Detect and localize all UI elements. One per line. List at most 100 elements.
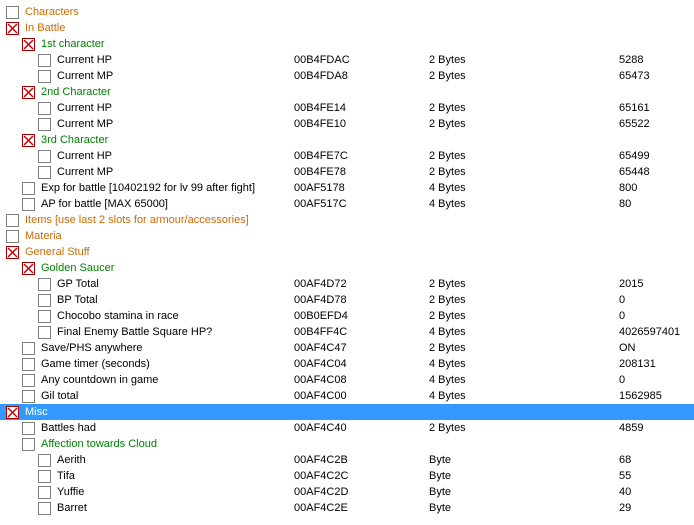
checkbox[interactable] <box>22 374 35 387</box>
row-address: 00AF4C00 <box>294 388 347 404</box>
checkbox[interactable] <box>22 422 35 435</box>
tree-row[interactable]: AP for battle [MAX 65000] 00AF517C 4 Bytes… <box>4 196 694 212</box>
tree-row[interactable]: Current HP00B4FE7C2 Bytes65499 <box>4 148 694 164</box>
tree-row[interactable]: BP Total00AF4D782 Bytes0 <box>4 292 694 308</box>
tree-row[interactable]: Affection towards Cloud <box>4 436 694 452</box>
tree-row[interactable]: Game timer (seconds)00AF4C044 Bytes20813… <box>4 356 694 372</box>
tree-row[interactable]: In Battle <box>4 20 694 36</box>
row-address: 00B4FDA8 <box>294 68 348 84</box>
row-description: Any countdown in game <box>41 372 158 388</box>
tree-row[interactable]: Current HP00B4FDAC2 Bytes5288 <box>4 52 694 68</box>
row-address: 00AF517C <box>294 196 347 212</box>
checkbox[interactable] <box>38 118 51 131</box>
row-address: 00B4FF4C <box>294 324 347 340</box>
row-description: Game timer (seconds) <box>41 356 150 372</box>
checkbox-checked[interactable] <box>22 86 35 99</box>
checkbox[interactable] <box>38 150 51 163</box>
row-description: Golden Saucer <box>41 260 114 276</box>
tree-row[interactable]: Final Enemy Battle Square HP?00B4FF4C4 B… <box>4 324 694 340</box>
tree-row[interactable]: Golden Saucer <box>4 260 694 276</box>
tree-row[interactable]: 1st character <box>4 36 694 52</box>
tree-row[interactable]: Items [use last 2 slots for armour/acces… <box>4 212 694 228</box>
checkbox[interactable] <box>38 294 51 307</box>
checkbox-checked[interactable] <box>22 262 35 275</box>
row-description: In Battle <box>25 20 65 36</box>
tree-row[interactable]: Gil total00AF4C004 Bytes1562985 <box>4 388 694 404</box>
checkbox[interactable] <box>6 230 19 243</box>
tree-row[interactable]: General Stuff <box>4 244 694 260</box>
row-value: 68 <box>619 452 631 468</box>
row-type: 2 Bytes <box>429 148 466 164</box>
tree-row[interactable]: Chocobo stamina in race00B0EFD42 Bytes0 <box>4 308 694 324</box>
tree-row[interactable]: Materia <box>4 228 694 244</box>
checkbox[interactable] <box>38 326 51 339</box>
row-type: 2 Bytes <box>429 100 466 116</box>
checkbox[interactable] <box>6 214 19 227</box>
row-description: Current MP <box>57 164 113 180</box>
checkbox[interactable] <box>38 310 51 323</box>
checkbox[interactable] <box>38 502 51 515</box>
checkbox[interactable] <box>38 102 51 115</box>
row-description: Chocobo stamina in race <box>57 308 179 324</box>
checkbox[interactable] <box>6 6 19 19</box>
row-type: Byte <box>429 500 451 516</box>
checkbox[interactable] <box>38 54 51 67</box>
tree-row[interactable]: Exp for battle [10402192 for lv 99 after… <box>4 180 694 196</box>
row-address: 00AF4D72 <box>294 276 347 292</box>
row-description: Characters <box>25 4 79 20</box>
checkbox-checked[interactable] <box>6 22 19 35</box>
row-address: 00AF4C2B <box>294 452 348 468</box>
row-description: Current HP <box>57 148 112 164</box>
checkbox[interactable] <box>22 198 35 211</box>
row-description: AP for battle [MAX 65000] <box>41 196 168 212</box>
row-value: 800 <box>619 180 637 196</box>
row-type: 2 Bytes <box>429 116 466 132</box>
tree-row[interactable]: Characters <box>4 4 694 20</box>
tree-row[interactable]: Current MP00B4FE782 Bytes65448 <box>4 164 694 180</box>
checkbox[interactable] <box>22 438 35 451</box>
checkbox[interactable] <box>38 278 51 291</box>
checkbox[interactable] <box>38 166 51 179</box>
checkbox[interactable] <box>22 358 35 371</box>
tree-row[interactable]: Misc <box>4 404 694 420</box>
row-type: Byte <box>429 452 451 468</box>
row-description: Gil total <box>41 388 78 404</box>
tree-row[interactable]: Battles had00AF4C402 Bytes4859 <box>4 420 694 436</box>
tree-row[interactable]: Current MP00B4FE102 Bytes65522 <box>4 116 694 132</box>
row-value: 1562985 <box>619 388 662 404</box>
tree-row[interactable]: Any countdown in game00AF4C084 Bytes0 <box>4 372 694 388</box>
row-description: 3rd Character <box>41 132 108 148</box>
cheat-table-tree[interactable]: CharactersIn Battle1st characterCurrent … <box>0 0 694 520</box>
checkbox[interactable] <box>22 342 35 355</box>
row-description: Current HP <box>57 100 112 116</box>
checkbox[interactable] <box>38 70 51 83</box>
row-type: 2 Bytes <box>429 68 466 84</box>
tree-row[interactable]: Aerith00AF4C2BByte68 <box>4 452 694 468</box>
tree-row[interactable]: Current MP00B4FDA82 Bytes65473 <box>4 68 694 84</box>
tree-row[interactable]: GP Total00AF4D722 Bytes2015 <box>4 276 694 292</box>
row-value: 0 <box>619 308 625 324</box>
row-value: 2015 <box>619 276 643 292</box>
row-type: 4 Bytes <box>429 196 466 212</box>
tree-row[interactable]: Barret00AF4C2EByte29 <box>4 500 694 516</box>
row-address: 00AF4C40 <box>294 420 347 436</box>
checkbox[interactable] <box>38 454 51 467</box>
checkbox[interactable] <box>38 470 51 483</box>
row-value: 0 <box>619 372 625 388</box>
checkbox-checked[interactable] <box>22 134 35 147</box>
tree-row[interactable]: Current HP00B4FE142 Bytes65161 <box>4 100 694 116</box>
checkbox-checked[interactable] <box>6 406 19 419</box>
tree-row[interactable]: Yuffie00AF4C2DByte40 <box>4 484 694 500</box>
tree-row[interactable]: Tifa00AF4C2CByte55 <box>4 468 694 484</box>
row-description: 2nd Character <box>41 84 111 100</box>
tree-row[interactable]: Save/PHS anywhere00AF4C472 BytesON <box>4 340 694 356</box>
tree-row[interactable]: 3rd Character <box>4 132 694 148</box>
row-address: 00B4FE7C <box>294 148 348 164</box>
checkbox[interactable] <box>22 390 35 403</box>
checkbox-checked[interactable] <box>22 38 35 51</box>
row-address: 00AF4C2D <box>294 484 348 500</box>
tree-row[interactable]: 2nd Character <box>4 84 694 100</box>
checkbox[interactable] <box>38 486 51 499</box>
checkbox[interactable] <box>22 182 35 195</box>
checkbox-checked[interactable] <box>6 246 19 259</box>
